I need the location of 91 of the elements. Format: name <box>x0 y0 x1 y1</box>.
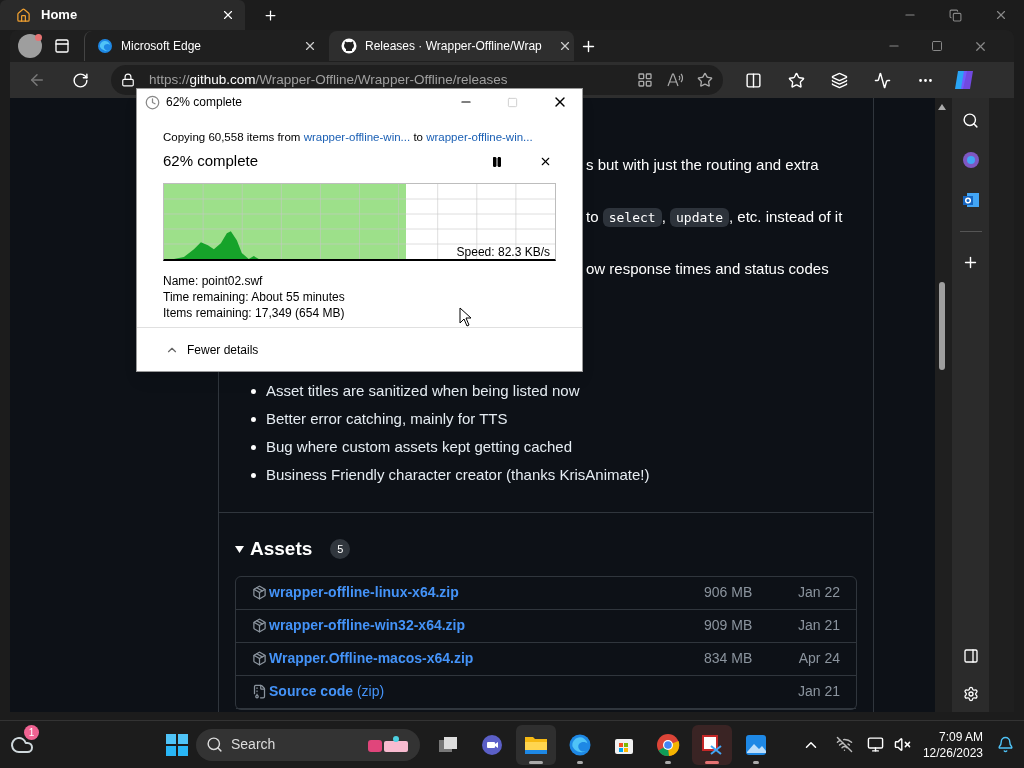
package-icon <box>252 618 267 633</box>
read-aloud-icon[interactable] <box>667 73 683 87</box>
release-note-text: ow response times and status codes <box>586 259 830 279</box>
browser-logo-icon[interactable] <box>656 732 680 757</box>
collections-icon[interactable] <box>831 71 848 89</box>
new-tab-icon[interactable] <box>263 7 278 23</box>
fewer-details-button[interactable]: Fewer details <box>137 327 582 371</box>
scroll-up-arrow-icon[interactable] <box>938 104 946 110</box>
mute-icon[interactable] <box>893 736 911 753</box>
release-note-text: to select , update , etc. instead of it <box>586 207 844 228</box>
asset-link[interactable]: wrapper-offline-win32-x64.zip <box>269 615 466 636</box>
search-icon <box>206 736 223 753</box>
refresh-icon[interactable] <box>72 71 89 89</box>
bullet-icon <box>251 444 256 450</box>
asset-link[interactable]: wrapper-offline-linux-x64.zip <box>269 582 459 603</box>
copy-summary: Copying 60,558 items from wrapper-offline-win... to wrapper-offline-win... <box>163 130 534 145</box>
lock-icon[interactable] <box>121 73 135 87</box>
pause-icon[interactable] <box>491 155 503 168</box>
window-tab[interactable]: Home <box>0 0 245 30</box>
restore-icon[interactable] <box>949 8 962 22</box>
bullet-icon <box>251 388 256 394</box>
favorite-icon[interactable] <box>697 72 713 88</box>
expand-caret-icon[interactable] <box>235 544 244 554</box>
notification-badge: 1 <box>24 724 39 740</box>
maximize-icon[interactable] <box>931 40 943 52</box>
tab-title: Home <box>41 6 79 25</box>
performance-icon[interactable] <box>874 71 891 89</box>
photos-icon[interactable] <box>745 733 767 756</box>
tab-title: Microsoft Edge <box>121 38 202 55</box>
clock-icon <box>145 94 160 110</box>
detail-line: Items remaining: 17,349 (654 MB) <box>163 304 345 321</box>
section-heading[interactable]: Assets <box>250 535 313 564</box>
mouse-cursor-icon <box>459 307 473 327</box>
notification-icon[interactable] <box>997 736 1014 753</box>
speed-label: Speed: 82.3 KB/s <box>456 243 550 261</box>
tab-actions-icon[interactable] <box>54 38 70 54</box>
asset-date: Jan 22 <box>796 583 840 602</box>
asset-size: 909 MB <box>704 616 754 635</box>
bullet-icon <box>251 472 256 478</box>
search-highlight-icon <box>366 734 410 755</box>
window-title: 62% complete <box>166 94 244 111</box>
browser-tab[interactable]: Microsoft Edge <box>84 31 329 61</box>
asset-date: Jan 21 <box>796 616 840 635</box>
taskbar-app[interactable] <box>692 724 732 765</box>
clock-date[interactable]: 12/26/2023 <box>922 744 983 761</box>
close-icon[interactable] <box>221 8 235 22</box>
release-note-text: s but with just the routing and extra <box>586 155 820 175</box>
bullet-icon <box>251 416 256 422</box>
detail-line: Name: point02.swf <box>163 272 263 289</box>
browser-logo-icon[interactable] <box>568 732 592 757</box>
profile-avatar[interactable] <box>18 34 42 58</box>
fix-item: Bug where custom assets kept getting cached <box>266 437 572 457</box>
asset-date: Apr 24 <box>797 649 840 668</box>
split-screen-icon[interactable] <box>745 71 762 89</box>
taskbar-app[interactable] <box>516 724 556 765</box>
video-chat-icon[interactable] <box>481 733 503 756</box>
github-logo-icon <box>341 38 357 54</box>
detail-line: Time remaining: About 55 minutes <box>163 288 345 305</box>
close-icon[interactable] <box>303 39 317 53</box>
asset-size: 906 MB <box>704 583 754 602</box>
back-icon[interactable] <box>28 71 46 89</box>
home-icon <box>16 7 31 23</box>
sidebar-icon[interactable] <box>962 648 979 664</box>
package-icon <box>252 585 267 600</box>
snipping-tool-icon[interactable] <box>701 733 723 756</box>
search-icon[interactable] <box>962 112 979 129</box>
zip-file-icon <box>252 684 267 699</box>
cancel-icon[interactable] <box>539 155 552 168</box>
asset-link[interactable]: Source code (zip) <box>269 681 385 702</box>
mail-app-icon[interactable] <box>961 191 980 209</box>
search-button[interactable]: Search <box>196 728 420 761</box>
clock-time[interactable]: 7:09 AM <box>938 728 983 745</box>
favorites-icon[interactable] <box>788 71 805 89</box>
progress-heading: 62% complete <box>163 151 260 172</box>
count-badge: 5 <box>330 539 351 560</box>
start-icon[interactable] <box>166 733 188 756</box>
browser-logo-icon <box>97 38 113 54</box>
add-icon[interactable] <box>962 254 979 271</box>
asset-size: 834 MB <box>704 649 754 668</box>
browser-tab[interactable]: Releases · Wrapper-Offline/Wrap <box>329 31 574 61</box>
fix-item: Business Friendly character creator (thanks KrisAnimate!) <box>266 465 650 485</box>
url-text: https://github.com/Wrapper-Offline/Wrapper-Offline/releases <box>149 70 509 89</box>
asset-date: Jan 21 <box>796 682 840 701</box>
fix-item: Better error catching, mainly for TTS <box>266 409 508 429</box>
network-icon[interactable] <box>866 736 884 753</box>
package-icon <box>252 651 267 666</box>
app-install-icon[interactable] <box>637 72 653 88</box>
tab-title: Releases · Wrapper-Offline/Wrap <box>365 38 542 55</box>
asset-link[interactable]: Wrapper.Offline-macos-x64.zip <box>269 648 474 669</box>
settings-icon[interactable] <box>962 686 979 702</box>
fix-item: Asset titles are sanitized when being listed now <box>266 381 580 401</box>
